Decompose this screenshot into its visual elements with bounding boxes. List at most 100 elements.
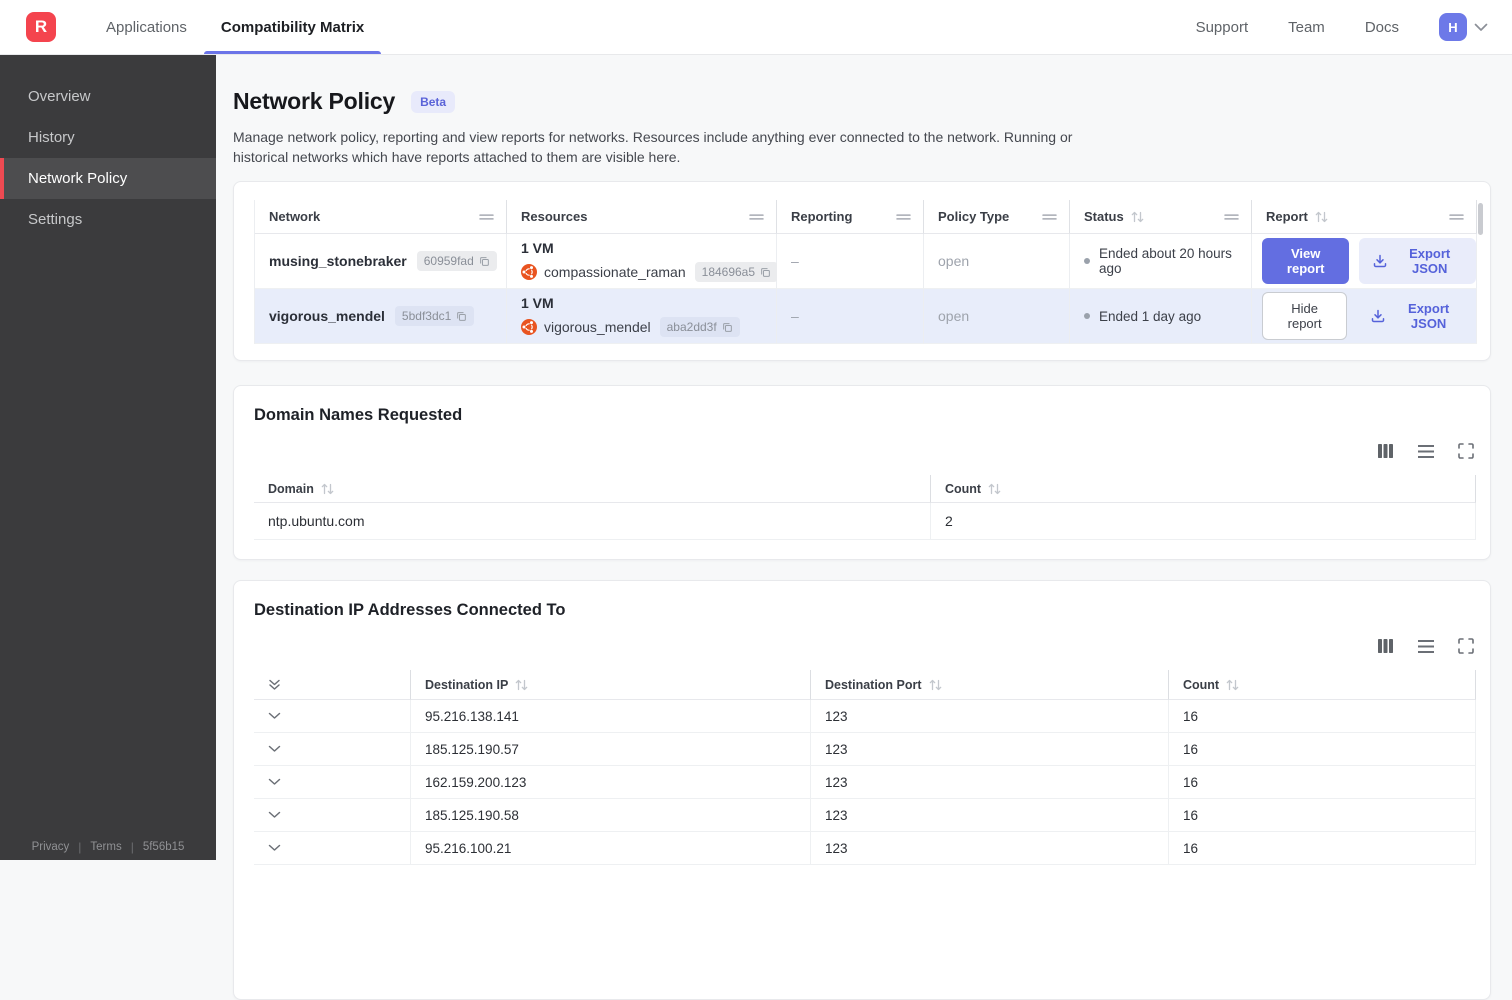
- expand-row-button[interactable]: [254, 733, 411, 766]
- table-scrollbar[interactable]: [1478, 203, 1483, 235]
- port-cell: 123: [811, 700, 1169, 733]
- divider: |: [78, 840, 82, 854]
- domains-card: Domain Names Requested Domain Count ntp.…: [233, 385, 1491, 560]
- count-cell: 16: [1169, 700, 1476, 733]
- sort-icon[interactable]: [929, 679, 942, 691]
- column-handle-icon[interactable]: [1224, 213, 1239, 221]
- count-cell: 16: [1169, 799, 1476, 832]
- chevron-down-icon[interactable]: [1474, 23, 1488, 32]
- resources-cell: 1 VM compassionate_raman 184696a5: [507, 234, 779, 289]
- download-icon: [1370, 308, 1386, 324]
- expand-icon[interactable]: [1458, 443, 1474, 459]
- beta-badge: Beta: [411, 90, 456, 113]
- ip-cell: 185.125.190.58: [411, 799, 811, 832]
- ip-cell: 95.216.138.141: [411, 700, 811, 733]
- main-content: Network Policy Beta Manage network polic…: [216, 55, 1512, 1000]
- build-id: 5f56b15: [142, 841, 185, 853]
- sort-icon[interactable]: [1315, 211, 1328, 223]
- chevron-down-icon: [268, 745, 281, 753]
- double-chevron-down-icon[interactable]: [268, 678, 281, 691]
- nav-link-support[interactable]: Support: [1196, 19, 1249, 36]
- expand-row-button[interactable]: [254, 766, 411, 799]
- column-header-count: Count: [1169, 670, 1476, 700]
- column-handle-icon[interactable]: [896, 213, 911, 221]
- port-cell: 123: [811, 766, 1169, 799]
- chevron-down-icon: [268, 844, 281, 852]
- columns-icon[interactable]: [1377, 638, 1394, 654]
- sort-icon[interactable]: [1226, 679, 1239, 691]
- chevron-down-icon: [268, 778, 281, 786]
- top-navbar: R Applications Compatibility Matrix Supp…: [0, 0, 1512, 55]
- terms-link[interactable]: Terms: [90, 841, 121, 853]
- column-header-destination-ip: Destination IP: [411, 670, 811, 700]
- row-density-icon[interactable]: [1417, 639, 1435, 654]
- nav-item-compatibility-matrix[interactable]: Compatibility Matrix: [203, 0, 382, 54]
- row-density-icon[interactable]: [1417, 444, 1435, 459]
- status-dot-icon: [1084, 313, 1090, 319]
- status-cell: Ended 1 day ago: [1070, 289, 1252, 344]
- port-cell: 123: [811, 733, 1169, 766]
- network-cell: musing_stonebraker 60959fad: [255, 234, 507, 289]
- table-toolbar: [254, 443, 1474, 459]
- networks-table-card: Network Resources Reporting Policy Type: [233, 181, 1491, 361]
- export-json-button[interactable]: Export JSON: [1357, 293, 1476, 339]
- sidebar-item-history[interactable]: History: [0, 117, 216, 158]
- avatar[interactable]: H: [1439, 13, 1467, 41]
- reporting-cell: –: [777, 234, 924, 289]
- copy-icon[interactable]: [479, 256, 490, 267]
- status-dot-icon: [1084, 258, 1090, 264]
- column-handle-icon[interactable]: [749, 213, 764, 221]
- domain-cell: ntp.ubuntu.com: [254, 503, 931, 540]
- sort-icon[interactable]: [1131, 211, 1144, 223]
- column-header-expand-all: [254, 670, 411, 700]
- nav-link-team[interactable]: Team: [1288, 19, 1325, 36]
- count-cell: 16: [1169, 766, 1476, 799]
- column-header-policy-type: Policy Type: [924, 200, 1070, 234]
- nav-link-docs[interactable]: Docs: [1365, 19, 1399, 36]
- sidebar-item-network-policy[interactable]: Network Policy: [0, 158, 216, 199]
- sort-icon[interactable]: [321, 483, 334, 495]
- nav-item-applications[interactable]: Applications: [89, 0, 204, 54]
- privacy-link[interactable]: Privacy: [32, 841, 70, 853]
- sidebar-item-overview[interactable]: Overview: [0, 76, 216, 117]
- column-handle-icon[interactable]: [1042, 213, 1057, 221]
- hide-report-button[interactable]: Hide report: [1262, 292, 1348, 340]
- expand-row-button[interactable]: [254, 700, 411, 733]
- expand-row-button[interactable]: [254, 832, 411, 865]
- chevron-down-icon: [268, 712, 281, 720]
- view-report-button[interactable]: View report: [1262, 238, 1350, 284]
- copy-icon[interactable]: [760, 267, 771, 278]
- column-header-resources: Resources: [507, 200, 777, 234]
- column-handle-icon[interactable]: [1449, 213, 1464, 221]
- topbar-right: Support Team Docs H: [1196, 13, 1512, 41]
- table-toolbar: [254, 638, 1474, 654]
- copy-icon[interactable]: [722, 322, 733, 333]
- policy-type-cell: open: [924, 289, 1070, 344]
- sidebar-item-settings[interactable]: Settings: [0, 199, 216, 240]
- count-cell: 2: [931, 503, 1476, 540]
- columns-icon[interactable]: [1377, 443, 1394, 459]
- column-header-destination-port: Destination Port: [811, 670, 1169, 700]
- port-cell: 123: [811, 799, 1169, 832]
- column-header-reporting: Reporting: [777, 200, 924, 234]
- ip-cell: 162.159.200.123: [411, 766, 811, 799]
- status-cell: Ended about 20 hours ago: [1070, 234, 1252, 289]
- domains-table: Domain Count ntp.ubuntu.com 2: [254, 475, 1476, 540]
- destinations-table: Destination IP Destination Port Count 95…: [254, 670, 1476, 865]
- resource-id-badge: aba2dd3f: [659, 317, 740, 337]
- copy-icon[interactable]: [456, 311, 467, 322]
- report-cell: Hide report Export JSON: [1252, 289, 1477, 344]
- sort-icon[interactable]: [515, 679, 528, 691]
- chevron-down-icon: [268, 811, 281, 819]
- ubuntu-icon: [521, 319, 537, 335]
- section-title-destinations: Destination IP Addresses Connected To: [254, 601, 566, 619]
- port-cell: 123: [811, 832, 1169, 865]
- networks-table: Network Resources Reporting Policy Type: [254, 200, 1477, 344]
- export-json-button[interactable]: Export JSON: [1359, 238, 1476, 284]
- section-title-domains: Domain Names Requested: [254, 406, 463, 424]
- sort-icon[interactable]: [988, 483, 1001, 495]
- column-handle-icon[interactable]: [479, 213, 494, 221]
- app-logo[interactable]: R: [26, 12, 56, 42]
- expand-icon[interactable]: [1458, 638, 1474, 654]
- expand-row-button[interactable]: [254, 799, 411, 832]
